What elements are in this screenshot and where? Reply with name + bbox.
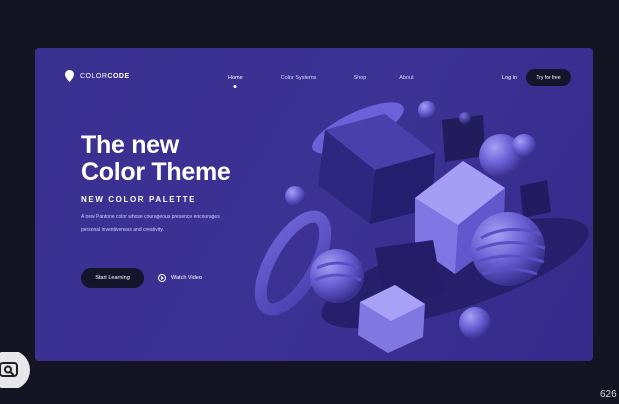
hero-description-line-2: personal inventiveness and creativity. [81,227,164,233]
nav-link-home[interactable]: Home [228,75,243,81]
watch-video-link[interactable]: Watch Video [158,274,202,282]
start-learning-button[interactable]: Start Learning [81,268,144,288]
sphere-4 [512,134,536,158]
nav-link-color-systems[interactable]: Color Systems [281,75,317,81]
hero-card: COLORCODE Home Color Systems Shop About … [35,48,593,361]
nav-link-shop[interactable]: Shop [353,75,366,81]
corner-label: 626 [600,389,617,400]
top-navigation: COLORCODE Home Color Systems Shop About … [35,48,593,108]
cube-dark-right [520,180,551,218]
watch-video-label: Watch Video [171,275,202,281]
hero-description-line-1: A new Pantone color whose courageous pre… [81,214,220,220]
sphere-2 [285,186,305,206]
sphere-bottom [459,307,491,339]
nav-link-about[interactable]: About [399,75,413,81]
logo[interactable]: COLORCODE [65,70,130,82]
play-icon [158,274,166,282]
sphere-tiny [459,112,471,124]
camera-search-icon[interactable] [0,352,30,388]
logo-text-prefix: COLOR [80,72,108,80]
logo-text-suffix: CODE [107,72,130,80]
hero-title-line-2: Color Theme [81,158,231,186]
hero-title: The new Color Theme [81,132,231,186]
login-link[interactable]: Log in [502,75,517,81]
hero-title-line-1: The new [81,131,179,159]
map-pin-icon [65,70,74,82]
nav-links: Home Color Systems Shop About [228,75,414,81]
try-for-free-button[interactable]: Try for free [526,69,571,86]
hero-description: A new Pantone color whose courageous pre… [81,211,251,237]
hero-subtitle: NEW COLOR PALETTE [81,195,197,204]
